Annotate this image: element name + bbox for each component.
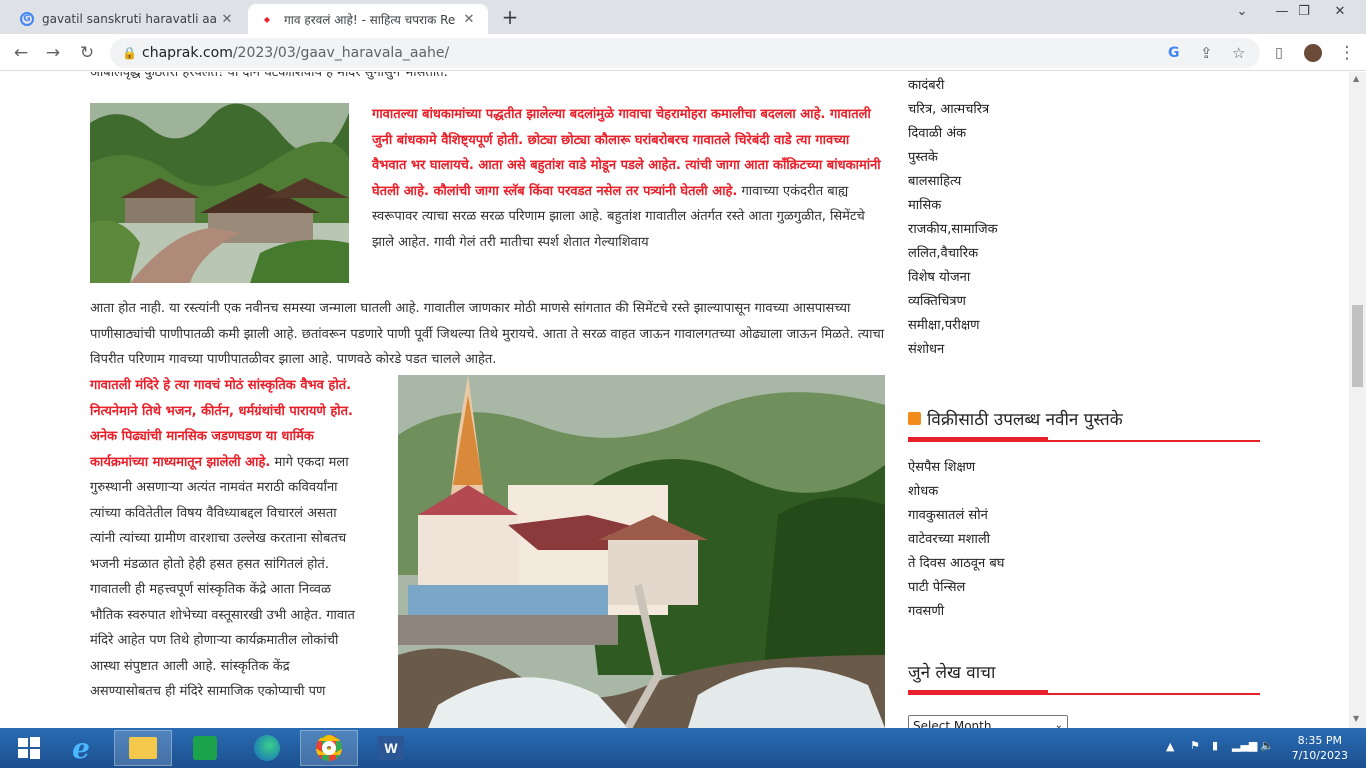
- category-link[interactable]: चरित्र, आत्मचरित्र: [908, 98, 998, 122]
- share-icon[interactable]: ⇪: [1200, 38, 1213, 68]
- chrome-icon[interactable]: [300, 730, 358, 766]
- chevron-down-icon: ⌄: [1054, 720, 1063, 728]
- book-link[interactable]: पाटी पेन्सिल: [908, 576, 1260, 600]
- article-paragraph: आता होत नाही. या रस्त्यांनी एक नवीनच समस…: [90, 301, 885, 367]
- side-panel-icon[interactable]: ▯: [1266, 40, 1292, 66]
- tab-title: गाव हरवलं आहे! - साहित्य चपराक Re: [284, 12, 456, 27]
- category-link[interactable]: ललित,वैचारिक: [908, 242, 998, 266]
- browser-toolbar: ← → ↻ 🔒 chaprak.com/2023/03/gaav_haraval…: [0, 34, 1366, 71]
- rss-icon[interactable]: [908, 412, 921, 425]
- archive-month-select-value: Select Month: [913, 719, 992, 728]
- category-link[interactable]: कादंबरी: [908, 74, 998, 98]
- book-link[interactable]: ते दिवस आठवून बघ: [908, 552, 1260, 576]
- category-link[interactable]: विशेष योजना: [908, 266, 998, 290]
- close-window-button[interactable]: ✕: [1320, 0, 1360, 30]
- books-widget: विक्रीसाठी उपलब्ध नवीन पुस्तके ऐसपैस शिक…: [908, 407, 1260, 624]
- category-link[interactable]: बालसाहित्य: [908, 170, 998, 194]
- reload-icon[interactable]: ↻: [74, 40, 100, 66]
- book-link[interactable]: वाटेवरच्या मशाली: [908, 528, 1260, 552]
- battery-icon[interactable]: ▮: [1212, 739, 1218, 752]
- tab-strip: G gavatil sanskruti haravatli aahe in ✕ …: [0, 0, 1366, 34]
- books-widget-title[interactable]: विक्रीसाठी उपलब्ध नवीन पुस्तके: [927, 407, 1123, 430]
- volume-icon[interactable]: 🔈: [1260, 739, 1274, 752]
- category-list: कादंबरी चरित्र, आत्मचरित्र दिवाळी अंक पुस्त…: [908, 74, 998, 362]
- category-link[interactable]: राजकीय,सामाजिक: [908, 218, 998, 242]
- lock-icon: 🔒: [122, 46, 137, 60]
- category-link[interactable]: व्यक्तिचित्रण: [908, 290, 998, 314]
- category-link[interactable]: दिवाळी अंक: [908, 122, 998, 146]
- url-host: chaprak.com: [142, 45, 233, 61]
- chaprak-favicon-icon: ◆: [263, 14, 271, 24]
- restore-button[interactable]: ❐: [1284, 0, 1324, 30]
- page-content: आबालवृद्ध कुठेतरी हरवलेत! या दोन घटकांशि…: [0, 72, 1366, 728]
- back-icon[interactable]: ←: [8, 40, 34, 66]
- google-lens-icon[interactable]: G: [1168, 38, 1180, 68]
- notification-icon[interactable]: ⚑: [1190, 739, 1200, 752]
- books-widget-header: विक्रीसाठी उपलब्ध नवीन पुस्तके: [908, 407, 1260, 430]
- article-paragraph: आबालवृद्ध कुठेतरी हरवलेत! या दोन घटकांशि…: [90, 72, 448, 80]
- clock-time: 8:35 PM: [1297, 734, 1342, 747]
- address-bar[interactable]: 🔒 chaprak.com/2023/03/gaav_haravala_aahe…: [110, 38, 1260, 68]
- close-tab-icon[interactable]: ✕: [460, 12, 478, 27]
- profile-avatar[interactable]: [1300, 40, 1326, 66]
- close-tab-icon[interactable]: ✕: [218, 12, 236, 27]
- file-explorer-icon[interactable]: [114, 730, 172, 766]
- system-tray: ▲ ⚑ ▮ ▂▄▆ 🔈 8:35 PM 7/10/2023: [1166, 728, 1366, 768]
- widget-divider: [908, 437, 1260, 442]
- tab-chaprak-article[interactable]: ◆ गाव हरवलं आहे! - साहित्य चपराक Re ✕: [248, 4, 488, 34]
- store-icon[interactable]: [176, 730, 234, 766]
- book-link[interactable]: ऐसपैस शिक्षण: [908, 456, 1260, 480]
- book-list: ऐसपैस शिक्षण शोधक गावकुसातलं सोनं वाटेवरच्य…: [908, 456, 1260, 624]
- windows-taskbar: e W ▲ ⚑ ▮ ▂▄▆ 🔈 8:35 PM 7/10/2023: [0, 728, 1366, 768]
- village-houses-image: [90, 103, 349, 283]
- paragraph-text: मागे एकदा मला गुरुस्थानी असणाऱ्या अत्यंत…: [90, 454, 355, 700]
- tab-search-icon[interactable]: ⌄: [1222, 0, 1262, 30]
- network-signal-icon[interactable]: ▂▄▆: [1232, 739, 1257, 752]
- show-hidden-icons-icon[interactable]: ▲: [1166, 740, 1174, 753]
- book-link[interactable]: शोधक: [908, 480, 1260, 504]
- category-link[interactable]: मासिक: [908, 194, 998, 218]
- start-button[interactable]: [0, 730, 58, 766]
- archive-widget-title: जुने लेख वाचा: [908, 663, 996, 683]
- tab-title: gavatil sanskruti haravatli aahe in: [42, 12, 218, 26]
- scrollbar-thumb[interactable]: [1352, 305, 1363, 387]
- menu-icon[interactable]: ⋮: [1334, 40, 1360, 66]
- bookmark-star-icon[interactable]: ☆: [1232, 38, 1245, 68]
- forward-icon[interactable]: →: [40, 40, 66, 66]
- category-link[interactable]: संशोधन: [908, 338, 998, 362]
- internet-explorer-icon[interactable]: e: [52, 730, 110, 766]
- windows-logo-icon: [18, 737, 40, 759]
- url-path: /2023/03/gaav_haravala_aahe/: [232, 45, 450, 61]
- clock[interactable]: 8:35 PM 7/10/2023: [1292, 733, 1348, 763]
- new-tab-button[interactable]: +: [498, 6, 522, 30]
- edge-icon[interactable]: [238, 730, 296, 766]
- tab-google-search[interactable]: G gavatil sanskruti haravatli aahe in ✕: [10, 4, 246, 34]
- archive-widget: जुने लेख वाचा: [908, 660, 1260, 695]
- book-link[interactable]: गवसणी: [908, 600, 1260, 624]
- scroll-down-icon[interactable]: ▼: [1353, 714, 1359, 723]
- book-link[interactable]: गावकुसातलं सोनं: [908, 504, 1260, 528]
- article-paragraph: गावातली मंदिरे हे त्या गावचं मोठं सांस्क…: [90, 373, 358, 705]
- widget-divider: [908, 690, 1260, 695]
- page-scrollbar[interactable]: ▲ ▼: [1349, 72, 1366, 728]
- word-icon[interactable]: W: [362, 730, 420, 766]
- article-paragraph: गावातल्या बांधकामांच्या पद्धतीत झालेल्या…: [372, 102, 885, 255]
- url-text: chaprak.com/2023/03/gaav_haravala_aahe/: [142, 38, 449, 68]
- category-link[interactable]: पुस्तके: [908, 146, 998, 170]
- clock-date: 7/10/2023: [1291, 749, 1348, 762]
- google-g-icon: G: [20, 12, 34, 26]
- category-link[interactable]: समीक्षा,परीक्षण: [908, 314, 998, 338]
- scroll-up-icon[interactable]: ▲: [1353, 74, 1359, 83]
- temple-waterfall-image: [398, 375, 885, 728]
- archive-month-select[interactable]: Select Month ⌄: [908, 715, 1068, 728]
- browser-window: G gavatil sanskruti haravatli aahe in ✕ …: [0, 0, 1366, 728]
